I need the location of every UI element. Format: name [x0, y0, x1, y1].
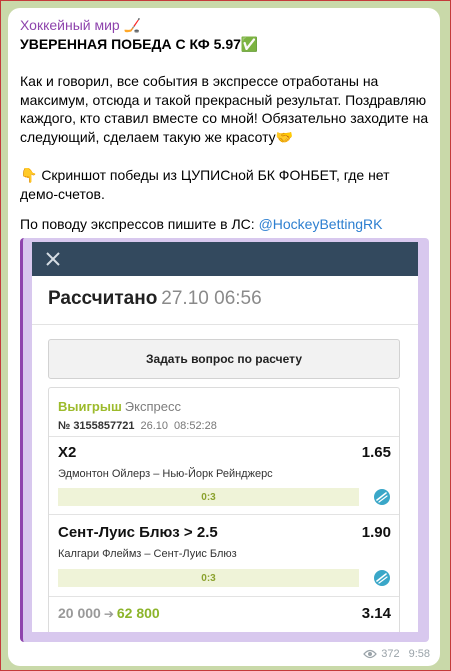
bet-type: Экспресс — [124, 399, 181, 414]
title-text: Рассчитано — [48, 288, 158, 309]
screenshot-title: Рассчитано 27.10 06:56 — [48, 288, 262, 310]
win-label: Выигрыш — [58, 399, 122, 414]
selection-odds: 1.65 — [361, 444, 391, 461]
ask-question-button: Задать вопрос по расчету — [48, 339, 400, 379]
hockey-puck-icon — [374, 489, 390, 505]
message-meta: 372 9:58 — [363, 648, 430, 660]
bet-number: № 3155857721 — [58, 420, 135, 432]
selection-market: X2 — [58, 444, 77, 461]
hockey-puck-icon — [374, 570, 390, 586]
message-bubble: Хоккейный мир 🏒 УВЕРЕННАЯ ПОБЕДА С КФ 5.… — [8, 8, 440, 666]
post-heading: УВЕРЕННАЯ ПОБЕДА С КФ 5.97✅ — [20, 36, 259, 52]
view-count: 372 — [381, 648, 400, 660]
eye-icon — [363, 649, 378, 659]
channel-name[interactable]: Хоккейный мир 🏒 — [20, 17, 141, 34]
post-paragraph-3: По поводу экспрессов пишите в ЛС: @Hocke… — [20, 215, 430, 234]
bet-screenshot: Рассчитано 27.10 06:56 Задать вопрос по р… — [32, 242, 418, 632]
stake-payout: 20 000 ➔ 62 800 — [58, 605, 160, 621]
divider — [49, 436, 399, 437]
selection-event: Калгари Флеймз – Сент-Луис Блюз — [58, 548, 237, 560]
bet-card: Выигрыш Экспресс № 3155857721 26.10 08:52:2… — [48, 387, 400, 632]
stake-amount: 20 000 — [58, 605, 101, 621]
bet-date: 26.10 — [140, 420, 169, 432]
bet-time: 08:52:28 — [174, 420, 217, 432]
mention-link[interactable]: @HockeyBettingRK — [259, 216, 383, 232]
post-paragraph-1: Как и говорил, все события в экспрессе о… — [20, 73, 429, 145]
selection-event: Эдмонтон Ойлерз – Нью-Йорк Рейнджерс — [58, 468, 273, 480]
message-time: 9:58 — [408, 648, 430, 660]
arrow-right-icon: ➔ — [103, 607, 114, 621]
screenshot-header — [32, 242, 418, 276]
close-icon — [46, 252, 60, 266]
divider — [49, 514, 399, 515]
post-paragraph-2: 👇 Скриншот победы из ЦУПИСной БК ФОНБЕТ,… — [20, 167, 390, 202]
selection-market: Сент-Луис Блюз > 2.5 — [58, 524, 218, 541]
payout-amount: 62 800 — [116, 605, 160, 621]
score-bar: 0:3 — [58, 569, 359, 587]
bet-status: Выигрыш Экспресс — [58, 399, 181, 414]
score-bar: 0:3 — [58, 488, 359, 506]
contact-prefix: По поводу экспрессов пишите в ЛС: — [20, 216, 259, 232]
image-attachment[interactable]: Рассчитано 27.10 06:56 Задать вопрос по р… — [20, 238, 429, 642]
divider — [49, 596, 399, 597]
title-datetime: 27.10 06:56 — [161, 288, 262, 309]
selection-odds: 1.90 — [361, 524, 391, 541]
bet-id: № 3155857721 26.10 08:52:28 — [58, 420, 217, 432]
total-odds: 3.14 — [361, 605, 391, 622]
divider — [32, 324, 418, 325]
